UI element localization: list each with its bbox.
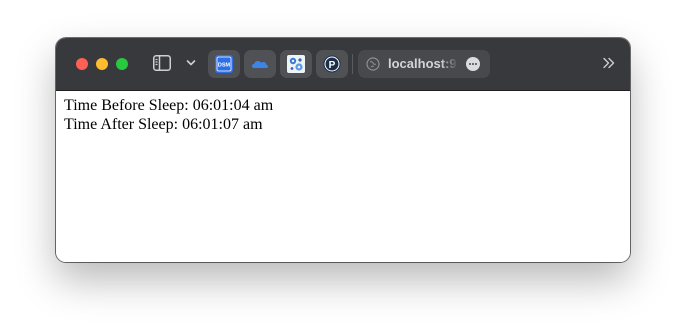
sidebar-icon[interactable] <box>153 55 171 71</box>
p-label: P <box>329 60 336 71</box>
favorite-onedrive-button[interactable] <box>244 50 276 78</box>
maximize-window-button[interactable] <box>116 58 128 70</box>
more-icon[interactable] <box>466 57 480 71</box>
gear-app-icon <box>287 55 305 73</box>
chevron-down-icon[interactable] <box>185 57 197 69</box>
favorite-dsm-button[interactable]: DSM <box>208 50 240 78</box>
toolbar-divider <box>352 54 353 74</box>
time-before-sleep-text: Time Before Sleep: 06:01:04 am <box>64 97 274 114</box>
tab-localhost[interactable]: localhost:9 <box>358 50 490 78</box>
page-content: Time Before Sleep: 06:01:04 am Time Afte… <box>56 91 630 262</box>
p-circle-icon: P <box>323 55 341 73</box>
favorite-p-app-button[interactable]: P <box>316 50 348 78</box>
globe-icon <box>366 57 380 71</box>
close-window-button[interactable] <box>76 58 88 70</box>
dsm-icon: DSM <box>215 55 233 73</box>
tab-title: localhost:9 <box>388 56 457 71</box>
favorite-settings-app-button[interactable] <box>280 50 312 78</box>
minimize-window-button[interactable] <box>96 58 108 70</box>
double-chevron-right-icon[interactable] <box>602 56 616 70</box>
dsm-label: DSM <box>218 63 231 69</box>
browser-toolbar: DSM P localhost:9 <box>56 38 630 91</box>
time-after-sleep-text: Time After Sleep: 06:01:07 am <box>64 116 263 133</box>
browser-window: DSM P localhost:9 Time Before Sleep: 06:… <box>56 38 630 262</box>
cloud-icon <box>252 61 268 68</box>
